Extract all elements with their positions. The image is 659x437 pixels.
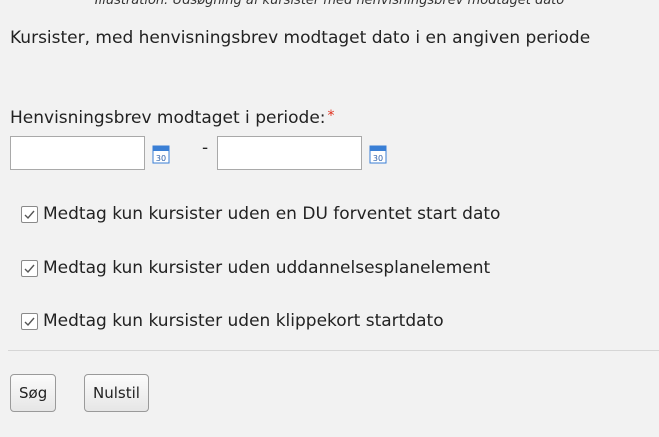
checkmark-icon xyxy=(24,317,35,326)
checkbox-row-no-education-plan[interactable]: Medtag kun kursister uden uddannelsespla… xyxy=(21,256,490,280)
date-from-input[interactable] xyxy=(10,136,145,170)
search-button[interactable]: Søg xyxy=(10,374,57,412)
search-form-panel: Kursister, med henvisningsbrev modtaget … xyxy=(8,16,659,437)
period-label: Henvisningsbrev modtaget i periode: * xyxy=(10,108,335,128)
checkmark-icon xyxy=(24,210,35,219)
checkmark-icon xyxy=(24,264,35,273)
calendar-icon-day: 30 xyxy=(373,154,383,163)
checkbox-label: Medtag kun kursister uden en DU forvente… xyxy=(43,204,501,224)
divider xyxy=(8,350,659,351)
date-to-input[interactable] xyxy=(217,136,362,170)
checkbox-no-punchcard-start[interactable] xyxy=(21,312,38,330)
calendar-icon-day: 30 xyxy=(156,154,166,163)
checkbox-row-no-punchcard-start[interactable]: Medtag kun kursister uden klippekort sta… xyxy=(21,309,444,333)
checkbox-row-no-du-start-date[interactable]: Medtag kun kursister uden en DU forvente… xyxy=(21,202,500,226)
checkbox-label: Medtag kun kursister uden uddannelsespla… xyxy=(43,258,491,278)
reset-button[interactable]: Nulstil xyxy=(84,374,149,412)
checkbox-no-education-plan[interactable] xyxy=(21,259,38,277)
checkbox-no-du-start-date[interactable] xyxy=(21,205,38,223)
required-marker: * xyxy=(327,108,335,124)
period-label-text: Henvisningsbrev modtaget i periode: xyxy=(10,108,326,128)
range-separator: - xyxy=(202,138,209,158)
form-title: Kursister, med henvisningsbrev modtaget … xyxy=(10,28,591,48)
figure-caption: Illustration: Udsøgning af kursister med… xyxy=(94,0,565,8)
calendar-icon[interactable]: 30 xyxy=(369,144,387,164)
calendar-icon[interactable]: 30 xyxy=(152,144,170,164)
checkbox-label: Medtag kun kursister uden klippekort sta… xyxy=(43,311,444,331)
